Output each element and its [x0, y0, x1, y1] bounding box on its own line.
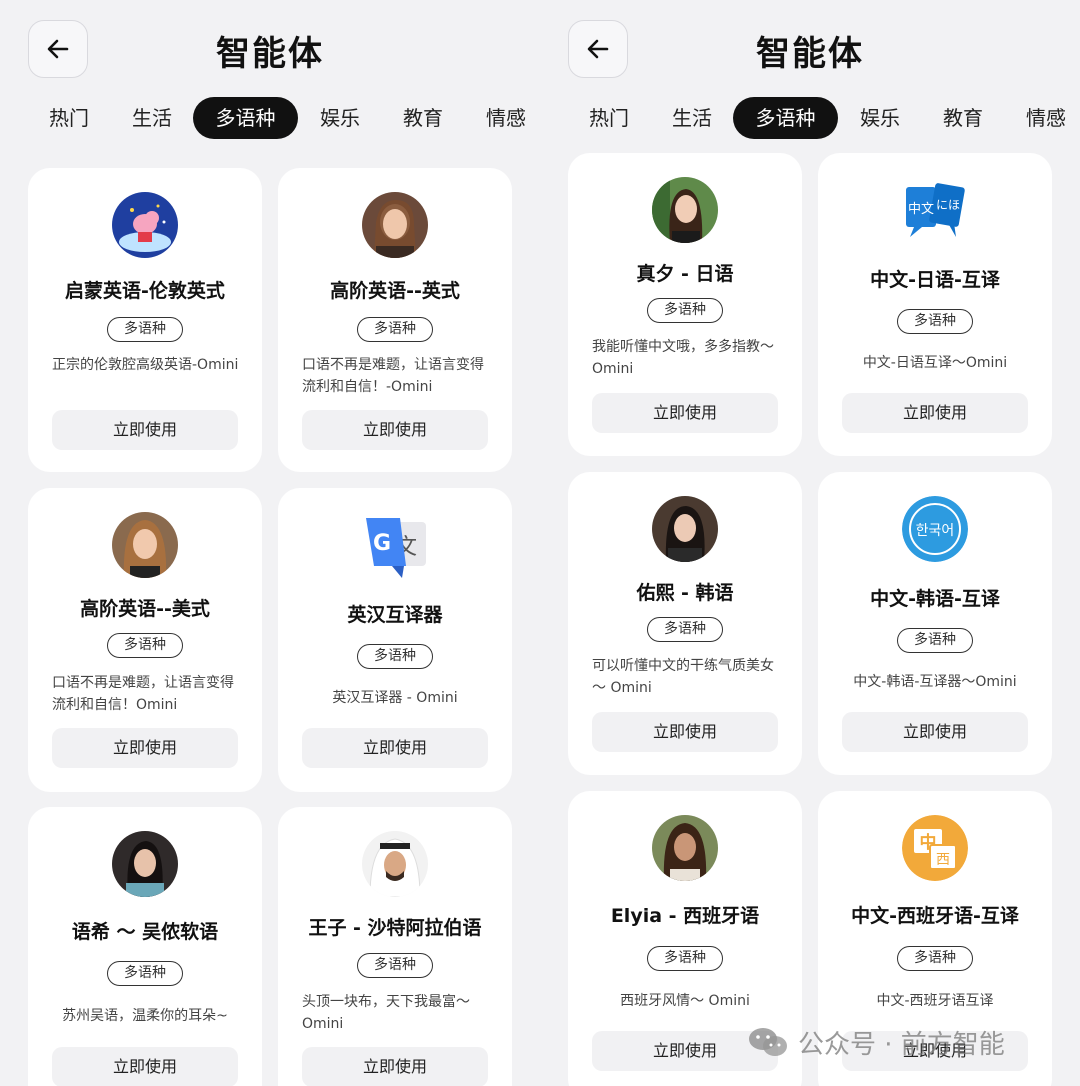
agent-description: 中文-韩语-互译器～Omini	[853, 674, 1017, 690]
agent-name: 中文-日语-互译	[870, 269, 1000, 291]
category-tabs: 热门 生活 多语种 娱乐 教育 情感	[0, 97, 540, 141]
woman-portrait-avatar	[652, 496, 718, 562]
agent-name: 中文-西班牙语-互译	[851, 905, 1019, 927]
category-badge: 多语种	[897, 309, 973, 334]
agent-card[interactable]: 佑熙 - 韩语 多语种 可以听懂中文的干练气质美女～ Omini 立即使用	[568, 472, 802, 775]
tab-multilingual[interactable]: 多语种	[733, 97, 838, 139]
icon-text-spanish: 西	[936, 852, 950, 868]
tab-education[interactable]: 教育	[402, 97, 444, 139]
use-now-button[interactable]: 立即使用	[592, 712, 778, 752]
chinese-japanese-translate-icon: 中文 にほ	[902, 179, 968, 245]
chinese-spanish-translate-icon: 中 西	[902, 815, 968, 881]
svg-text:G: G	[373, 531, 391, 556]
agent-card[interactable]: 王子 - 沙特阿拉伯语 多语种 头顶一块布，天下我最富～Omini 立即使用	[278, 807, 512, 1086]
agent-card[interactable]: 한국어 中文-韩语-互译 多语种 中文-韩语-互译器～Omini 立即使用	[818, 472, 1052, 775]
page-title: 智能体	[216, 34, 324, 74]
agent-description: 可以听懂中文的干练气质美女～ Omini	[592, 658, 774, 696]
agent-description: 口语不再是难题，让语言变得流利和自信！-Omini	[302, 357, 484, 395]
korean-circle-icon: 한국어	[902, 496, 968, 562]
category-badge: 多语种	[897, 946, 973, 971]
tab-hot[interactable]: 热门	[48, 97, 90, 139]
woman-portrait-avatar	[362, 192, 428, 258]
agent-name: 佑熙 - 韩语	[636, 582, 734, 604]
icon-text-chinese: 中文	[908, 202, 934, 217]
tab-multilingual[interactable]: 多语种	[193, 97, 298, 139]
woman-portrait-avatar	[112, 512, 178, 578]
agent-name: 王子 - 沙特阿拉伯语	[308, 917, 482, 939]
use-now-button[interactable]: 立即使用	[52, 728, 238, 768]
google-translate-icon: 文G	[362, 512, 428, 578]
agent-card[interactable]: 文G 英汉互译器 多语种 英汉互译器 - Omini 立即使用	[278, 488, 512, 792]
agent-card[interactable]: 中文 にほ 中文-日语-互译 多语种 中文-日语互译～Omini 立即使用	[818, 153, 1052, 456]
agent-card[interactable]: 启蒙英语-伦敦英式 多语种 正宗的伦敦腔高级英语-Omini 立即使用	[28, 168, 262, 472]
category-badge: 多语种	[647, 617, 723, 642]
right-screen: 智能体 热门 生活 多语种 娱乐 教育 情感 真夕 - 日语 多语种 我能听懂中…	[540, 0, 1080, 1086]
agent-name: 高阶英语--英式	[330, 280, 460, 302]
agent-description: 西班牙风情～ Omini	[620, 993, 750, 1009]
woman-portrait-avatar	[652, 177, 718, 243]
category-badge: 多语种	[357, 317, 433, 342]
category-tabs: 热门 生活 多语种 娱乐 教育 情感	[540, 97, 1080, 141]
tab-education[interactable]: 教育	[942, 97, 984, 139]
agent-name: 英汉互译器	[347, 604, 443, 626]
category-badge: 多语种	[647, 298, 723, 323]
tab-entertainment[interactable]: 娱乐	[859, 97, 901, 139]
tab-hot[interactable]: 热门	[588, 97, 630, 139]
agent-card[interactable]: 语希 ～ 吴侬软语 多语种 苏州吴语，温柔你的耳朵~ 立即使用	[28, 807, 262, 1086]
agent-description: 英汉互译器 - Omini	[332, 690, 458, 706]
tab-life[interactable]: 生活	[131, 97, 173, 139]
category-badge: 多语种	[647, 946, 723, 971]
use-now-button[interactable]: 立即使用	[842, 712, 1028, 752]
agent-name: 高阶英语--美式	[80, 598, 210, 620]
agent-name: Elyia - 西班牙语	[610, 905, 760, 927]
agent-card[interactable]: 真夕 - 日语 多语种 我能听懂中文哦，多多指教～ Omini 立即使用	[568, 153, 802, 456]
use-now-button[interactable]: 立即使用	[842, 393, 1028, 433]
use-now-button[interactable]: 立即使用	[592, 393, 778, 433]
agent-card[interactable]: 高阶英语--美式 多语种 口语不再是难题，让语言变得流利和自信！Omini 立即…	[28, 488, 262, 792]
peppa-pig-avatar	[112, 192, 178, 258]
use-now-button[interactable]: 立即使用	[302, 1047, 488, 1086]
agent-description: 正宗的伦敦腔高级英语-Omini	[52, 357, 239, 373]
use-now-button[interactable]: 立即使用	[302, 410, 488, 450]
agent-name: 语希 ～ 吴侬软语	[71, 921, 219, 943]
left-screen: 智能体 热门 生活 多语种 娱乐 教育 情感 启蒙英语-伦敦英式 多语种 正宗的…	[0, 0, 540, 1086]
icon-text-korean: 한국어	[916, 523, 955, 539]
woman-portrait-avatar	[652, 815, 718, 881]
icon-text-chinese: 中	[920, 832, 937, 853]
tab-entertainment[interactable]: 娱乐	[319, 97, 361, 139]
agent-description: 我能听懂中文哦，多多指教～ Omini	[592, 339, 774, 377]
category-badge: 多语种	[107, 633, 183, 658]
watermark: 公众号 · 前方智能	[748, 1022, 1005, 1062]
agent-description: 头顶一块布，天下我最富～Omini	[302, 994, 470, 1032]
watermark-text: 公众号 · 前方智能	[798, 1029, 1005, 1060]
icon-text-japanese: にほ	[936, 198, 960, 212]
agent-name: 启蒙英语-伦敦英式	[65, 280, 225, 302]
page-title: 智能体	[756, 34, 864, 74]
use-now-button[interactable]: 立即使用	[302, 728, 488, 768]
use-now-button[interactable]: 立即使用	[52, 410, 238, 450]
category-badge: 多语种	[357, 644, 433, 669]
category-badge: 多语种	[107, 317, 183, 342]
agent-description: 中文-日语互译～Omini	[862, 355, 1008, 371]
category-badge: 多语种	[897, 628, 973, 653]
agent-description: 中文-西班牙语互译	[876, 993, 994, 1009]
agent-description: 口语不再是难题，让语言变得流利和自信！Omini	[52, 675, 234, 713]
agent-name: 中文-韩语-互译	[870, 588, 1000, 610]
tab-life[interactable]: 生活	[671, 97, 713, 139]
use-now-button[interactable]: 立即使用	[52, 1047, 238, 1086]
agent-description: 苏州吴语，温柔你的耳朵~	[62, 1008, 228, 1024]
man-portrait-avatar	[362, 831, 428, 897]
category-badge: 多语种	[357, 953, 433, 978]
agent-card[interactable]: 高阶英语--英式 多语种 口语不再是难题，让语言变得流利和自信！-Omini 立…	[278, 168, 512, 472]
tab-emotion[interactable]: 情感	[1025, 97, 1067, 139]
wechat-icon	[749, 1028, 787, 1056]
agent-name: 真夕 - 日语	[636, 263, 734, 285]
category-badge: 多语种	[107, 961, 183, 986]
tab-emotion[interactable]: 情感	[485, 97, 527, 139]
woman-portrait-avatar	[112, 831, 178, 897]
